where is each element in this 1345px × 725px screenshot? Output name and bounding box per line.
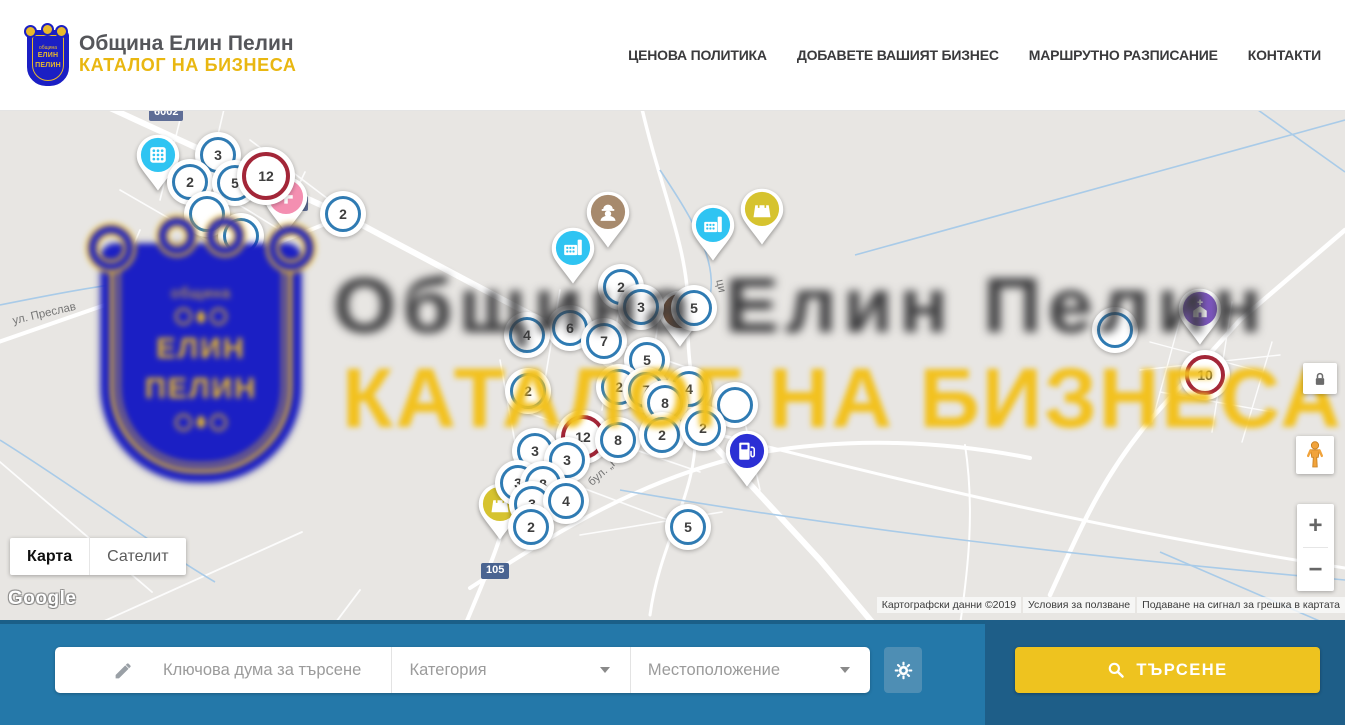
chevron-down-icon [600, 667, 610, 673]
crest-line2: ПЕЛИН [35, 62, 61, 70]
watermark-title: Община Елин Пелин [333, 260, 1268, 351]
location-select-value: Местоположение [648, 661, 780, 680]
site-subtitle: КАТАЛОГ НА БИЗНЕСА [79, 55, 297, 77]
nav-pricing-policy[interactable]: ЦЕНОВА ПОЛИТИКА [628, 47, 767, 63]
main-navigation: ЦЕНОВА ПОЛИТИКА ДОБАВЕТЕ ВАШИЯТ БИЗНЕС М… [628, 0, 1321, 110]
map-pin-factory-icon[interactable] [690, 204, 736, 267]
attribution-data: Картографски данни ©2019 [877, 597, 1021, 613]
search-icon [1107, 661, 1125, 679]
search-button-label: ТЪРСЕНЕ [1136, 661, 1227, 680]
pencil-icon [113, 660, 134, 681]
map-cluster-marker[interactable]: 2 [320, 191, 366, 237]
page: община ЕЛИН ПЕЛИН Община Елин Пелин КАТА… [0, 0, 1345, 725]
attribution-terms-link[interactable]: Условия за ползване [1023, 597, 1135, 613]
site-title: Община Елин Пелин [79, 32, 297, 55]
search-bar: Категория Местоположение [0, 620, 1345, 725]
map-cluster-marker[interactable]: 12 [237, 147, 295, 205]
location-select[interactable]: Местоположение [630, 647, 870, 693]
watermark-crest-top: община [171, 285, 231, 302]
crest-top-text: община [39, 46, 57, 51]
google-logo[interactable]: Google [8, 588, 76, 610]
street-view-pegman[interactable] [1296, 436, 1334, 474]
crest-line1: ЕЛИН [38, 52, 58, 60]
map-pin-bag-icon[interactable] [739, 188, 785, 251]
keyword-field[interactable] [55, 647, 391, 693]
zoom-out-button[interactable]: − [1297, 548, 1334, 591]
brand[interactable]: община ЕЛИН ПЕЛИН Община Елин Пелин КАТА… [24, 23, 297, 85]
nav-contacts[interactable]: КОНТАКТИ [1248, 47, 1321, 63]
nav-add-business[interactable]: ДОБАВЕТЕ ВАШИЯТ БИЗНЕС [797, 47, 999, 63]
pegman-icon [1302, 440, 1328, 470]
header: община ЕЛИН ПЕЛИН Община Елин Пелин КАТА… [0, 0, 1345, 111]
zoom-in-button[interactable]: + [1297, 504, 1334, 547]
watermark-crest-line1: ЕЛИН [156, 331, 245, 367]
chevron-down-icon [840, 667, 850, 673]
zoom-control: + − [1297, 504, 1334, 591]
gear-icon [893, 660, 914, 681]
map-type-map-button[interactable]: Карта [10, 538, 89, 575]
map-type-control: Карта Сателит [10, 538, 186, 575]
map-cluster-marker[interactable]: 2 [508, 504, 554, 550]
category-select-value: Категория [409, 661, 486, 680]
category-select[interactable]: Категория [391, 647, 629, 693]
lock-icon [1310, 369, 1330, 389]
attribution-report-link[interactable]: Подаване на сигнал за грешка в картата [1137, 597, 1345, 613]
map-type-satellite-button[interactable]: Сателит [89, 538, 185, 575]
municipality-crest-logo: община ЕЛИН ПЕЛИН [24, 23, 68, 85]
search-button[interactable]: ТЪРСЕНЕ [1015, 647, 1320, 693]
advanced-search-button[interactable] [884, 647, 922, 693]
map-canvas[interactable]: 6002 105 ул. Преслав бул. „Новосел ци 32… [0, 110, 1345, 620]
nav-route-schedule[interactable]: МАРШРУТНО РАЗПИСАНИЕ [1029, 47, 1218, 63]
map-cluster-marker[interactable]: 5 [665, 504, 711, 550]
map-lock-control[interactable] [1303, 363, 1337, 394]
watermark-crest: община ЕЛИН ПЕЛИН [87, 218, 315, 484]
watermark-crest-line2: ПЕЛИН [145, 371, 257, 407]
watermark-subtitle: КАТАЛОГ НА БИЗНЕСА [342, 350, 1343, 447]
keyword-search-input[interactable] [161, 660, 365, 681]
map-attribution: Картографски данни ©2019 Условия за полз… [877, 597, 1345, 613]
search-fields: Категория Местоположение [55, 647, 870, 693]
